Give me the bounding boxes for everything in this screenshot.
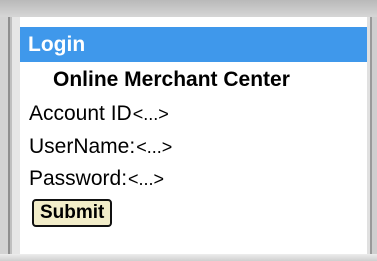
bottom-window-strip (0, 254, 377, 261)
password-input[interactable]: <...> (128, 169, 164, 189)
login-page: Login Online Merchant Center Account ID<… (20, 27, 367, 254)
submit-button[interactable]: Submit (32, 199, 113, 227)
browser-frame: Login Online Merchant Center Account ID<… (0, 0, 377, 261)
username-input[interactable]: <...> (136, 137, 172, 157)
password-label: Password: (29, 167, 128, 190)
right-window-bevel (367, 17, 377, 261)
left-window-bevel (0, 17, 20, 261)
username-row[interactable]: UserName:<...> (29, 135, 172, 159)
account-id-input[interactable]: <...> (133, 104, 169, 124)
account-id-row[interactable]: Account ID<...> (29, 102, 169, 126)
account-id-label: Account ID (29, 102, 132, 125)
top-window-strip (0, 0, 377, 17)
login-title-bar: Login (20, 27, 367, 62)
page-title: Login (28, 33, 86, 56)
password-row[interactable]: Password:<...> (29, 167, 164, 191)
merchant-center-title: Online Merchant Center (53, 68, 290, 91)
username-label: UserName: (29, 135, 136, 158)
